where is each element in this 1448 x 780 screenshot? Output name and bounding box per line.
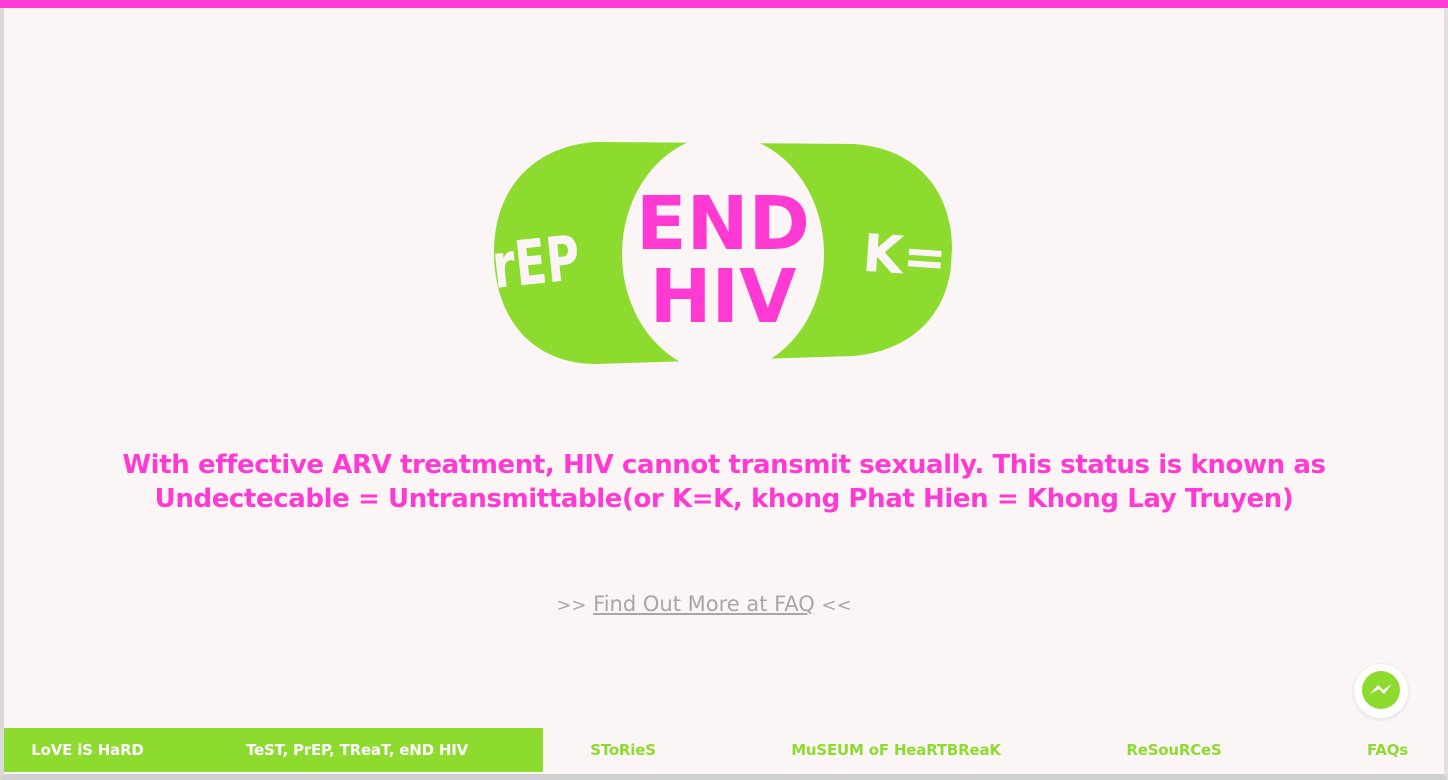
k-equals-k-message: With effective ARV treatment, HIV cannot… [120,448,1328,516]
faq-link[interactable]: Find Out More at FAQ [593,592,815,616]
nav-item-resources[interactable]: ReSouRCeS [1089,728,1259,772]
bottom-nav: LoVE iS HaRD TeST, PrEP, TReaT, eND HIV … [4,728,1444,772]
nav-item-faqs[interactable]: FAQs [1259,728,1444,772]
nav-item-stories[interactable]: SToRieS [543,728,703,772]
nav-item-label: ReSouRCeS [1126,741,1222,759]
end-hiv-pill-graphic: PrEP END HIV K=K [488,132,960,378]
hiv-label: HIV [650,254,797,340]
pill-svg: PrEP END HIV K=K [488,135,960,373]
faq-prefix: >> [556,595,587,616]
messenger-chat-button[interactable] [1354,664,1408,718]
message-line-1: With effective ARV treatment, HIV cannot… [122,450,1326,480]
faq-callout: >> Find Out More at FAQ << [404,592,1004,616]
prep-label: PrEP [488,221,583,306]
nav-item-test-prep-treat[interactable]: TeST, PrEP, TReaT, eND HIV [171,728,543,772]
nav-item-label: MuSEUM oF HeaRTBReaK [791,741,1001,759]
nav-item-label: TeST, PrEP, TReaT, eND HIV [245,741,469,759]
top-accent-bar [0,0,1448,8]
nav-item-label: SToRieS [590,741,656,759]
page-frame [0,0,1448,780]
nav-item-museum-of-heartbreak[interactable]: MuSEUM oF HeaRTBReaK [703,728,1089,772]
message-line-2: Undectecable = Untransmittable(or K=K, k… [154,484,1294,514]
k-equals-k-label: K=K [861,224,960,293]
nav-item-love-is-hard[interactable]: LoVE iS HaRD [4,728,171,772]
nav-item-label: LoVE iS HaRD [31,741,144,759]
faq-suffix: << [821,595,852,616]
messenger-icon [1362,671,1400,709]
nav-item-label: FAQs [1366,741,1408,759]
